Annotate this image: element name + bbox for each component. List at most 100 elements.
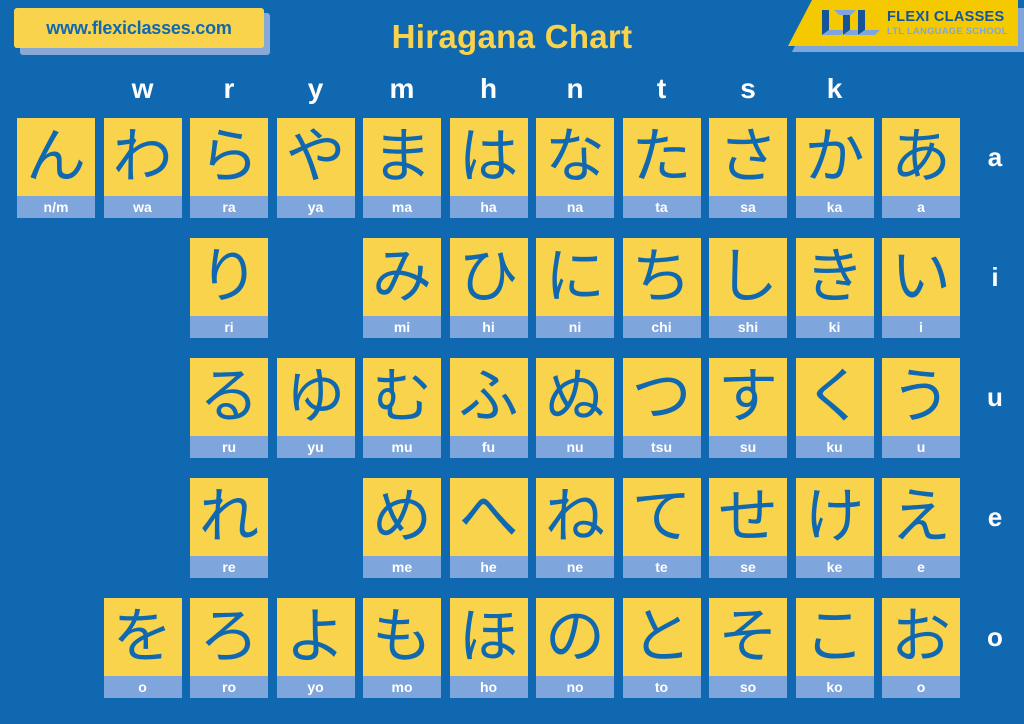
kana-cell-sa[interactable]: さ sa — [709, 118, 787, 218]
kana-cell-so[interactable]: そ so — [709, 598, 787, 698]
kana-cell-ri[interactable]: り ri — [190, 238, 268, 338]
romaji-label: ki — [828, 319, 841, 335]
kana-cell-chi[interactable]: ち chi — [622, 238, 701, 338]
kana-glyph: え — [882, 478, 960, 556]
romaji-label: hi — [482, 319, 495, 335]
column-header-r: r — [223, 73, 235, 104]
romaji-label: su — [739, 439, 757, 455]
kana-cell-ni[interactable]: に ni — [536, 238, 614, 338]
romaji-label: ri — [224, 319, 234, 335]
kana-glyph: い — [882, 238, 960, 316]
romaji-label: fu — [481, 439, 496, 455]
kana-glyph: へ — [449, 478, 528, 556]
romaji-label: nu — [566, 439, 584, 455]
kana-glyph: ひ — [449, 238, 528, 316]
row-label-u: u — [987, 382, 1003, 412]
romaji-label: ro — [222, 679, 236, 695]
kana-cell-o[interactable]: をo — [103, 598, 182, 698]
column-header-n: n — [566, 73, 584, 104]
kana-cell-fu[interactable]: ふ fu — [449, 358, 528, 458]
kana-cell-nu[interactable]: ぬ nu — [536, 358, 614, 458]
romaji-label: ne — [566, 559, 584, 575]
kana-cell-shi[interactable]: し shi — [709, 238, 787, 338]
kana-cell-a[interactable]: あa — [882, 118, 960, 218]
kana-glyph: ち — [622, 238, 701, 316]
kana-cell-ki[interactable]: き ki — [795, 238, 874, 338]
romaji-label: ya — [307, 199, 324, 215]
kana-glyph: ゆ — [276, 358, 355, 436]
romaji-label: re — [222, 559, 236, 575]
romaji-label: sa — [740, 199, 756, 215]
kana-cell-ka[interactable]: か ka — [795, 118, 874, 218]
kana-cell-e[interactable]: えe — [882, 478, 960, 578]
romaji-label: te — [655, 559, 668, 575]
row-label-o: o — [987, 622, 1003, 652]
hiragana-grid: ん n/m わ wa ら ra や ya ま ma は ha な na た ta さ sa か ka あ a り ri み mi ひ… — [17, 118, 968, 702]
kana-glyph: か — [795, 118, 874, 196]
kana-cell-n-m[interactable]: ん n/m — [17, 118, 95, 218]
kana-cell-se[interactable]: せ se — [709, 478, 787, 578]
romaji-label: ni — [568, 319, 582, 335]
row-label-a: a — [987, 142, 1003, 172]
kana-glyph: ふ — [449, 358, 528, 436]
kana-cell-yu[interactable]: ゆ yu — [276, 358, 355, 458]
kana-cell-to[interactable]: と to — [622, 598, 701, 698]
kana-cell-ho[interactable]: ほ ho — [449, 598, 528, 698]
kana-cell-ko[interactable]: こ ko — [795, 598, 874, 698]
kana-cell-ra[interactable]: ら ra — [190, 118, 268, 218]
kana-cell-ke[interactable]: け ke — [795, 478, 874, 578]
romaji-label: mo — [391, 679, 413, 695]
kana-cell-he[interactable]: へ he — [449, 478, 528, 578]
kana-glyph: ら — [190, 118, 268, 196]
romaji-label: no — [566, 679, 584, 695]
kana-cell-wa[interactable]: わ wa — [103, 118, 182, 218]
kana-cell-tsu[interactable]: つ tsu — [622, 358, 701, 458]
kana-cell-ru[interactable]: る ru — [190, 358, 268, 458]
kana-cell-te[interactable]: て te — [622, 478, 701, 578]
kana-cell-i[interactable]: いi — [882, 238, 960, 338]
kana-cell-ta[interactable]: た ta — [622, 118, 701, 218]
page-header: www.flexiclasses.com Hiragana Chart FLEX… — [0, 0, 1024, 66]
romaji-label: ma — [391, 199, 413, 215]
kana-cell-ne[interactable]: ね ne — [536, 478, 614, 578]
kana-glyph: よ — [276, 598, 355, 676]
kana-cell-no[interactable]: の no — [536, 598, 614, 698]
column-header-w: w — [131, 73, 154, 104]
kana-cell-u[interactable]: うu — [882, 358, 960, 458]
romaji-label: mu — [391, 439, 413, 455]
kana-glyph: ん — [17, 118, 95, 196]
kana-cell-re[interactable]: れ re — [190, 478, 268, 578]
romaji-label: u — [916, 439, 926, 455]
kana-cell-hi[interactable]: ひ hi — [449, 238, 528, 338]
kana-cell-mo[interactable]: も mo — [363, 598, 441, 698]
kana-cell-ya[interactable]: や ya — [276, 118, 355, 218]
romaji-label: ta — [655, 199, 668, 215]
kana-glyph: せ — [709, 478, 787, 556]
column-header-h: h — [479, 73, 498, 104]
kana-cell-ku[interactable]: く ku — [795, 358, 874, 458]
romaji-label: mi — [393, 319, 411, 335]
kana-glyph: は — [449, 118, 528, 196]
kana-cell-me[interactable]: め me — [363, 478, 441, 578]
kana-cell-ro[interactable]: ろ ro — [190, 598, 268, 698]
kana-cell-mi[interactable]: み mi — [363, 238, 441, 338]
row-label-e: e — [987, 502, 1003, 532]
kana-cell-ha[interactable]: は ha — [449, 118, 528, 218]
kana-glyph: あ — [882, 118, 960, 196]
kana-cell-o[interactable]: おo — [882, 598, 960, 698]
column-header-y: y — [307, 73, 324, 104]
kana-glyph: お — [882, 598, 960, 676]
kana-glyph: ぬ — [536, 358, 614, 436]
kana-glyph: る — [190, 358, 268, 436]
kana-cell-mu[interactable]: む mu — [363, 358, 441, 458]
romaji-label: so — [739, 679, 757, 695]
kana-cell-su[interactable]: す su — [709, 358, 787, 458]
kana-cell-ma[interactable]: ま ma — [363, 118, 441, 218]
romaji-label: o — [138, 679, 147, 695]
kana-cell-yo[interactable]: よ yo — [276, 598, 355, 698]
kana-glyph: ほ — [449, 598, 528, 676]
brand-logo[interactable]: FLEXI CLASSES LTL LANGUAGE SCHOOL — [788, 0, 1018, 46]
romaji-label: tsu — [651, 439, 672, 455]
kana-glyph: を — [103, 598, 182, 676]
kana-cell-na[interactable]: な na — [536, 118, 614, 218]
